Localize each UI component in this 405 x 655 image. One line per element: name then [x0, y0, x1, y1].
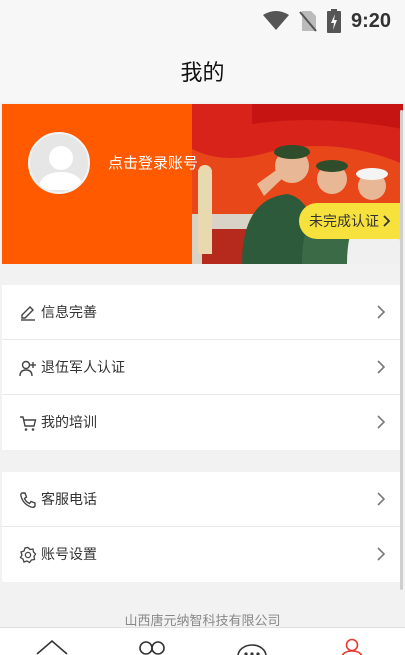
menu-item-info[interactable]: 信息完善 — [2, 285, 403, 340]
wifi-icon — [262, 11, 289, 30]
menu-group-settings: 客服电话 账号设置 — [2, 472, 403, 582]
login-link[interactable]: 点击登录账号 — [108, 152, 198, 173]
menu-item-customer-service[interactable]: 客服电话 — [2, 472, 403, 527]
menu-item-label: 我的培训 — [41, 415, 97, 431]
chevron-right-icon — [377, 492, 386, 506]
menu-item-label: 客服电话 — [41, 492, 97, 508]
chevron-right-icon — [377, 305, 386, 319]
profile-tab-icon[interactable] — [335, 634, 369, 655]
profile-banner[interactable]: 点击登录账号 未完成认证 — [2, 104, 403, 264]
menu-group-account: 信息完善 退伍军人认证 我的培训 — [2, 285, 403, 450]
battery-charging-icon — [326, 9, 341, 33]
menu-item-veteran-certification[interactable]: 退伍军人认证 — [2, 340, 403, 395]
phone-icon — [20, 492, 36, 509]
menu-item-label: 退伍军人认证 — [41, 360, 125, 376]
bottom-tab-bar — [0, 627, 405, 655]
user-plus-icon — [19, 360, 36, 377]
menu-item-account-settings[interactable]: 账号设置 — [2, 527, 403, 582]
menu-item-label: 账号设置 — [41, 547, 97, 563]
certification-button[interactable]: 未完成认证 — [299, 203, 403, 239]
profile-screen: 9:20 我的 点击登录账号 未完成认证 信息完善 退伍军人认证 我的培训 客服… — [0, 0, 405, 655]
chevron-right-icon — [377, 415, 386, 429]
menu-item-my-training[interactable]: 我的培训 — [2, 395, 403, 450]
status-time: 9:20 — [350, 9, 391, 32]
home-tab-icon[interactable] — [35, 634, 69, 655]
page-header: 我的 — [0, 40, 405, 102]
pencil-icon — [21, 306, 35, 321]
scrollbar[interactable] — [400, 110, 403, 590]
page-title: 我的 — [180, 61, 225, 86]
certification-label: 未完成认证 — [309, 214, 379, 230]
avatar[interactable] — [28, 132, 90, 194]
status-bar: 9:20 — [0, 0, 405, 40]
chevron-right-icon — [383, 215, 391, 227]
cart-icon — [20, 416, 37, 431]
menu-item-label: 信息完善 — [41, 305, 97, 321]
message-tab-icon[interactable] — [235, 634, 269, 655]
discover-tab-icon[interactable] — [135, 634, 169, 655]
settings-icon — [19, 546, 37, 564]
chevron-right-icon — [377, 547, 386, 561]
no-sim-icon — [299, 11, 317, 32]
chevron-right-icon — [377, 360, 386, 374]
